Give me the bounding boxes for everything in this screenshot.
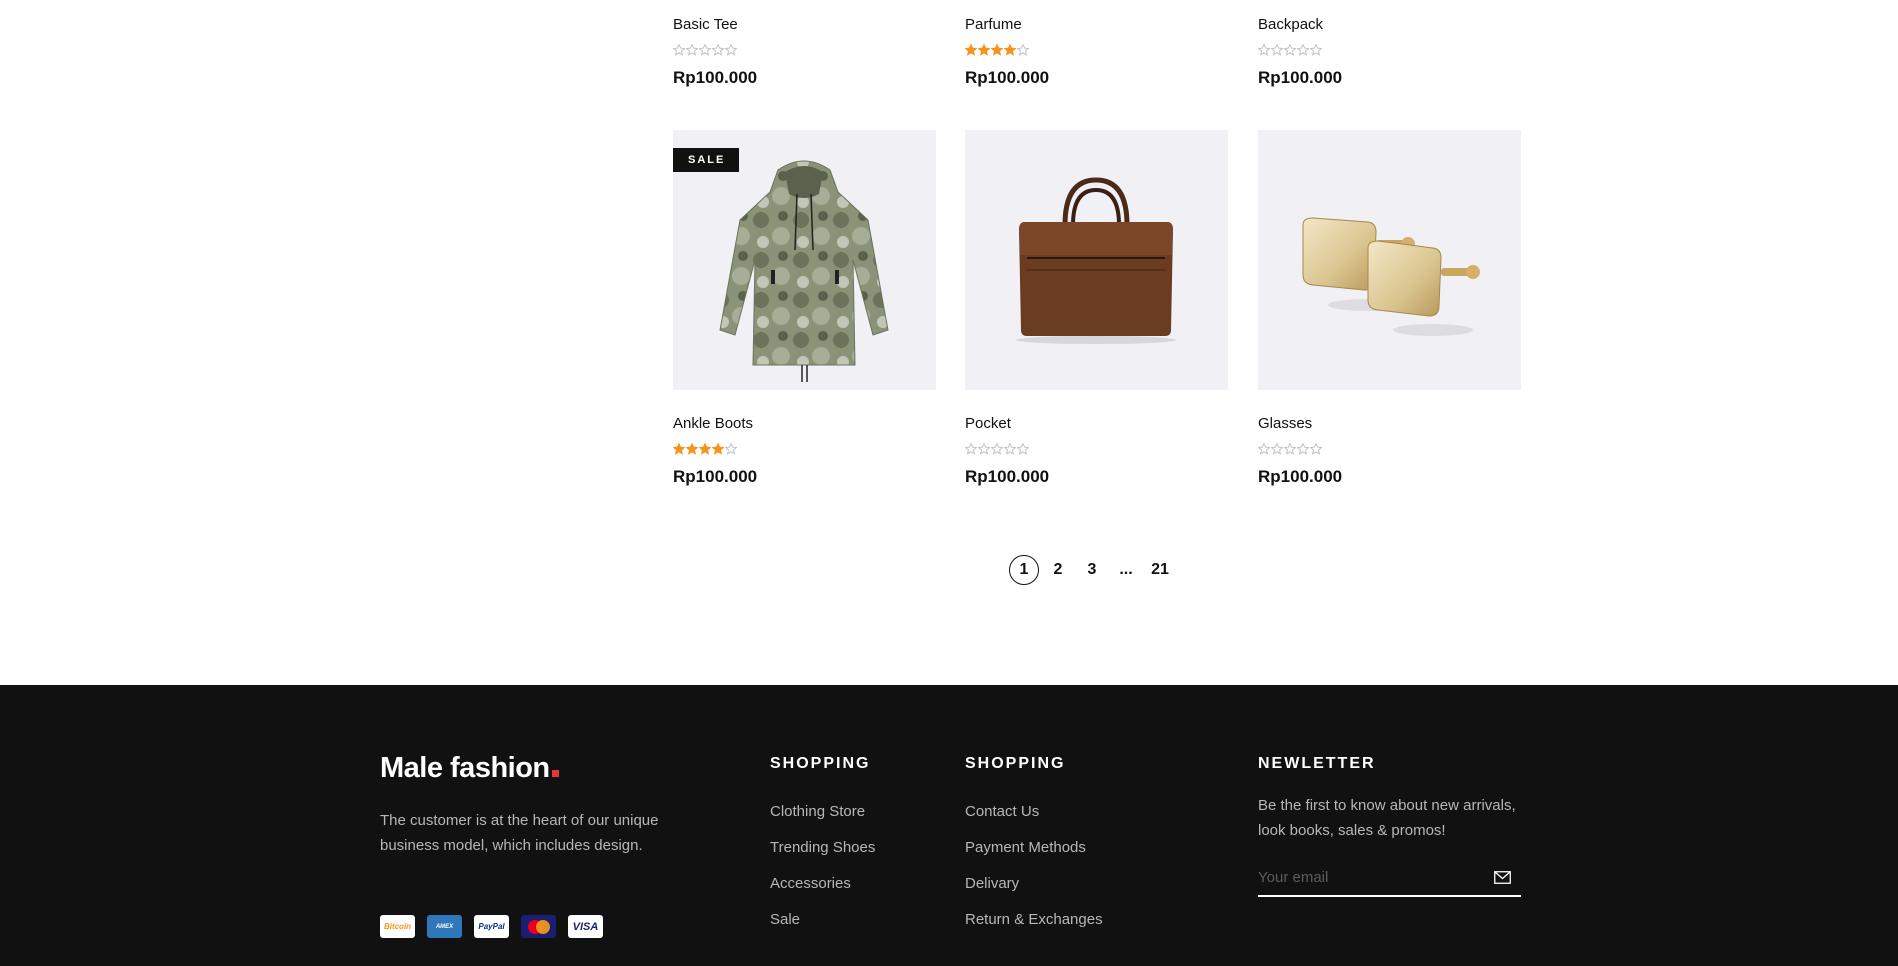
page-link-3[interactable]: 3 — [1077, 555, 1107, 585]
visa-icon: VISA — [568, 915, 603, 938]
star-empty-icon — [699, 44, 711, 56]
footer-col1-links: Clothing Store Trending Shoes Accessorie… — [770, 803, 875, 947]
star-filled-icon — [673, 443, 685, 455]
star-empty-icon — [1004, 443, 1016, 455]
footer-logo[interactable]: Male fashion — [380, 752, 559, 785]
star-empty-icon — [673, 44, 685, 56]
footer-link-accessories[interactable]: Accessories — [770, 875, 875, 893]
footer-link-delivary[interactable]: Delivary — [965, 875, 1103, 893]
footer-col2-title: SHOPPING — [965, 755, 1066, 772]
rating-stars — [1258, 443, 1322, 457]
footer-link-payment-methods[interactable]: Payment Methods — [965, 839, 1103, 857]
star-filled-icon — [712, 443, 724, 455]
mastercard-icon — [521, 915, 556, 938]
footer-link-sale[interactable]: Sale — [770, 911, 875, 929]
newsletter-text: Be the first to know about new arrivals,… — [1258, 797, 1516, 839]
newsletter-title: NEWLETTER — [1258, 755, 1376, 772]
star-empty-icon — [1017, 443, 1029, 455]
product-name[interactable]: Backpack — [1258, 16, 1323, 34]
star-empty-icon — [1258, 44, 1270, 56]
pagination: 1 2 3 ... 21 — [1009, 555, 1179, 585]
star-empty-icon — [991, 443, 1003, 455]
payment-methods: Bitcoin AMEX PayPal VISA — [380, 915, 603, 938]
rating-stars — [965, 44, 1029, 58]
product-image[interactable] — [965, 130, 1228, 390]
star-empty-icon — [686, 44, 698, 56]
star-filled-icon — [1004, 44, 1016, 56]
logo-dot — [551, 770, 559, 777]
sale-badge: SALE — [673, 148, 740, 172]
newsletter-form — [1258, 869, 1521, 897]
page-link-last[interactable]: 21 — [1145, 555, 1175, 585]
product-image[interactable] — [1258, 130, 1521, 390]
footer-col1-title: SHOPPING — [770, 755, 871, 772]
product-price: Rp100.000 — [965, 467, 1050, 486]
star-empty-icon — [725, 443, 737, 455]
star-empty-icon — [1258, 443, 1270, 455]
star-empty-icon — [1271, 44, 1283, 56]
email-input[interactable] — [1258, 869, 1478, 886]
product-name[interactable]: Ankle Boots — [673, 415, 753, 433]
star-empty-icon — [712, 44, 724, 56]
product-name[interactable]: Basic Tee — [673, 16, 738, 34]
rating-stars — [965, 443, 1029, 457]
product-price: Rp100.000 — [1258, 68, 1343, 87]
star-empty-icon — [978, 443, 990, 455]
product-card[interactable]: Glasses Rp100.000 — [1258, 130, 1521, 486]
footer: Male fashion The customer is at the hear… — [0, 685, 1898, 966]
product-image[interactable]: SALE — [673, 130, 936, 390]
product-card[interactable]: Pocket Rp100.000 — [965, 130, 1228, 486]
star-empty-icon — [725, 44, 737, 56]
footer-col2-links: Contact Us Payment Methods Delivary Retu… — [965, 803, 1103, 947]
footer-link-return-exchanges[interactable]: Return & Exchanges — [965, 911, 1103, 929]
leather-bag-image — [1016, 177, 1176, 344]
product-price: Rp100.000 — [965, 68, 1050, 87]
page-ellipsis: ... — [1119, 561, 1133, 578]
amex-icon: AMEX — [427, 915, 462, 938]
star-empty-icon — [1271, 443, 1283, 455]
star-empty-icon — [1297, 44, 1309, 56]
footer-about: The customer is at the heart of our uniq… — [380, 812, 659, 854]
rating-stars — [673, 44, 737, 58]
footer-link-clothing-store[interactable]: Clothing Store — [770, 803, 875, 821]
star-empty-icon — [1297, 443, 1309, 455]
footer-link-trending-shoes[interactable]: Trending Shoes — [770, 839, 875, 857]
product-name[interactable]: Pocket — [965, 415, 1011, 433]
star-empty-icon — [1284, 44, 1296, 56]
star-empty-icon — [1310, 443, 1322, 455]
star-filled-icon — [699, 443, 711, 455]
star-filled-icon — [965, 44, 977, 56]
star-filled-icon — [686, 443, 698, 455]
product-name[interactable]: Glasses — [1258, 415, 1312, 433]
page-link-2[interactable]: 2 — [1043, 555, 1073, 585]
product-price: Rp100.000 — [1258, 467, 1343, 486]
bitcoin-icon: Bitcoin — [380, 915, 415, 938]
rating-stars — [673, 443, 737, 457]
star-empty-icon — [965, 443, 977, 455]
star-empty-icon — [1017, 44, 1029, 56]
envelope-icon[interactable] — [1494, 871, 1511, 889]
rating-stars — [1258, 44, 1322, 58]
star-filled-icon — [991, 44, 1003, 56]
star-empty-icon — [1310, 44, 1322, 56]
logo-text: Male fashion — [380, 752, 550, 784]
footer-link-contact-us[interactable]: Contact Us — [965, 803, 1103, 821]
product-price: Rp100.000 — [673, 68, 758, 87]
product-card[interactable]: SALE Ankle Boots Rp100.000 — [673, 130, 936, 486]
star-filled-icon — [978, 44, 990, 56]
page-link-1[interactable]: 1 — [1009, 555, 1039, 585]
product-price: Rp100.000 — [673, 467, 758, 486]
star-empty-icon — [1284, 443, 1296, 455]
paypal-icon: PayPal — [474, 915, 509, 938]
cufflinks-image — [1302, 217, 1480, 336]
product-name[interactable]: Parfume — [965, 16, 1022, 34]
